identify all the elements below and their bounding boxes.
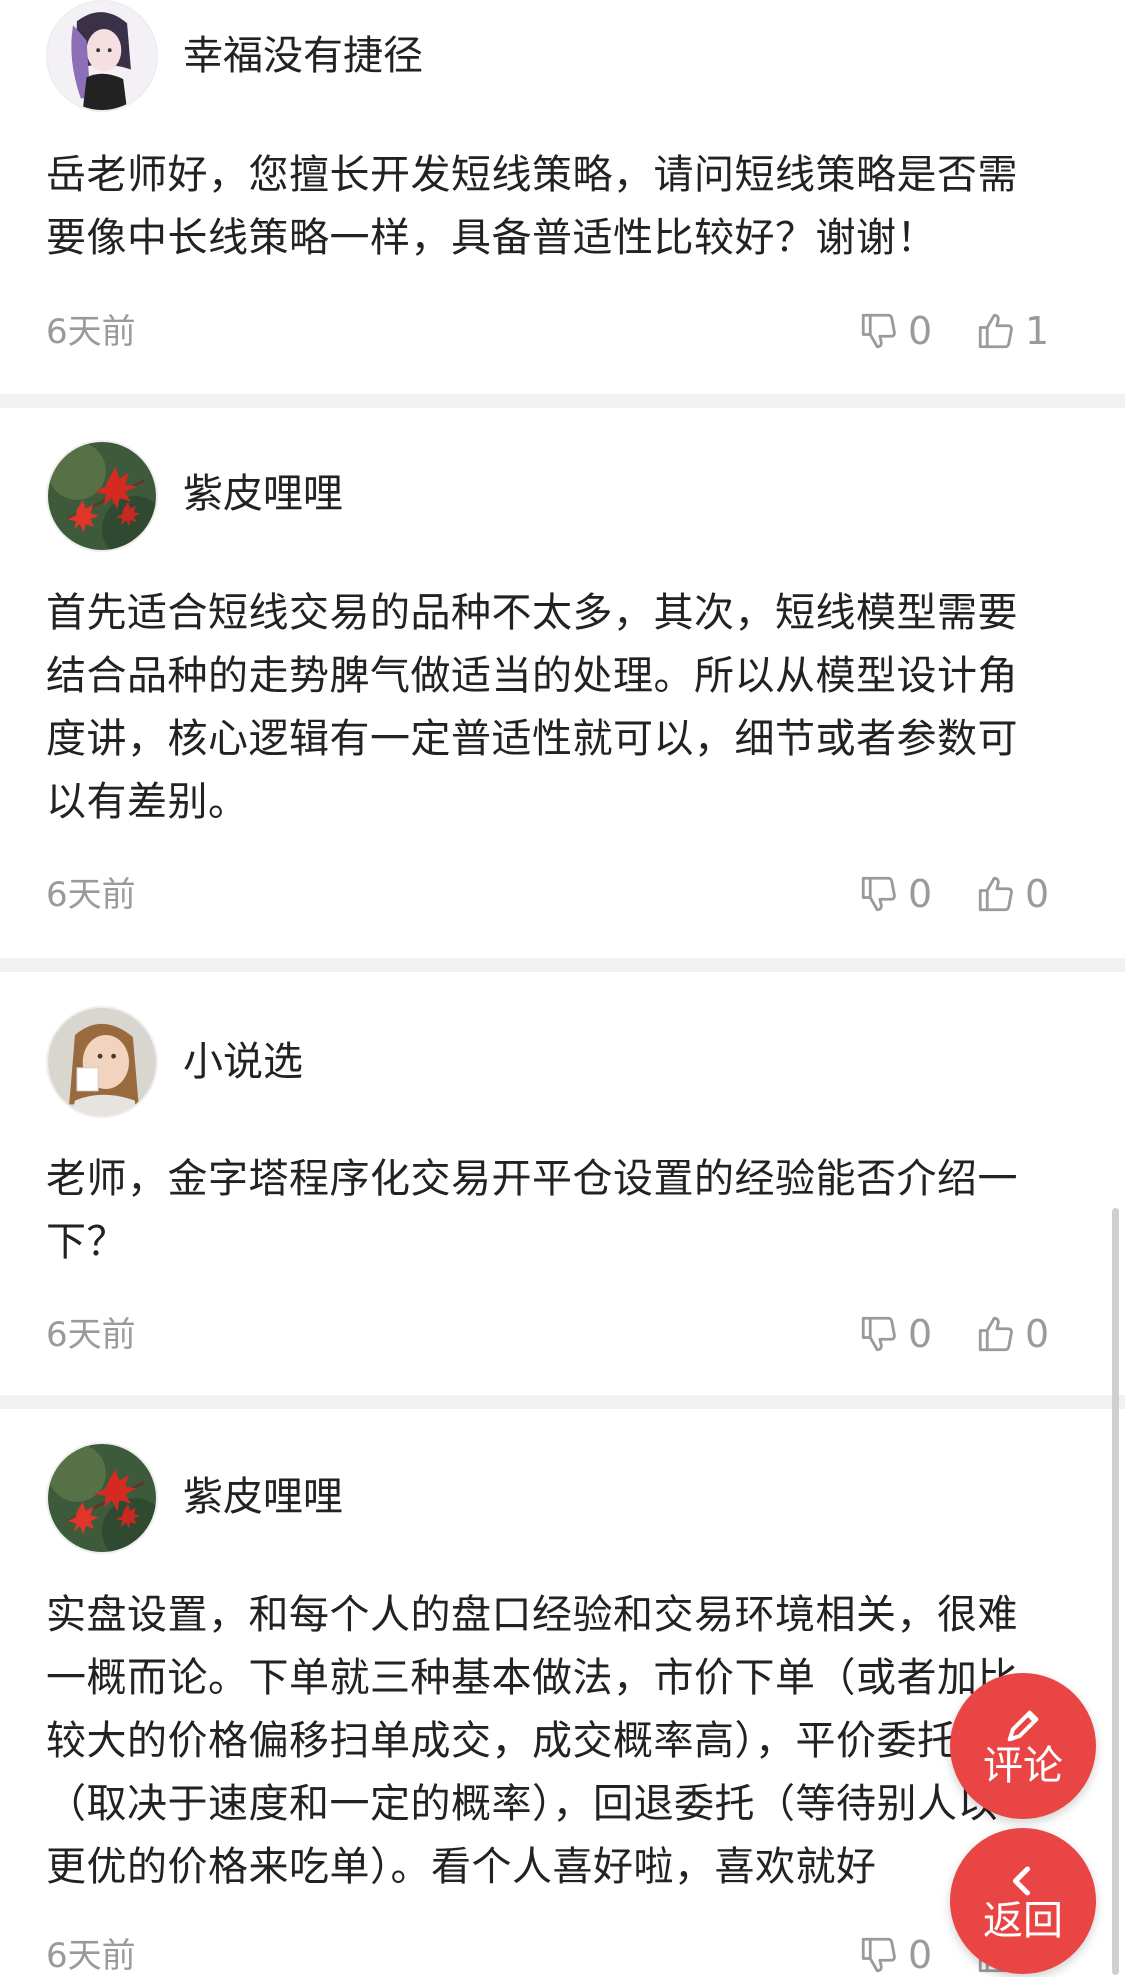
comment-text: 实盘设置，和每个人的盘口经验和交易环境相关，很难 一概而论。下单就三种基本做法，… [46,1584,1066,1899]
chevron-left-icon [1012,1866,1031,1896]
avatar-child-drinking-icon [48,1008,156,1116]
comment-text: 首先适合短线交易的品种不太多，其次，短线模型需要 结合品种的走势脾气做适当的处理… [46,582,1066,834]
avatar[interactable] [46,0,158,112]
comment-line: 实盘设置，和每个人的盘口经验和交易环境相关，很难 [46,1592,1018,1638]
thumbs-down-icon [861,876,896,912]
username[interactable]: 紫皮哩哩 [183,474,343,514]
thumbs-up-icon [978,313,1013,349]
thumbs-down-icon [861,1316,896,1352]
avatar[interactable] [46,440,158,552]
comment-fab-label: 评论 [983,1743,1063,1789]
like-button[interactable]: 0 [975,873,1049,915]
comment-line: 要像中长线策略一样，具备普适性比较好？谢谢！ [46,215,937,261]
timestamp: 6天前 [46,312,136,352]
dislike-button[interactable]: 0 [858,310,932,352]
like-count: 0 [1025,872,1050,916]
comment-card: 幸福没有捷径 岳老师好，您擅长开发短线策略，请问短线策略是否需 要像中长线策略一… [0,0,1125,394]
timestamp: 6天前 [46,1315,136,1355]
like-count: 1 [1025,309,1050,353]
thumbs-up-icon [978,876,1013,912]
comment-line: 以有差别。 [46,779,249,825]
comment-line: 更优的价格来吃单）。看个人喜好啦，喜欢就好 [46,1844,877,1890]
scrollbar[interactable] [1112,1208,1119,1975]
timestamp: 6天前 [46,1936,136,1976]
thumbs-down-icon [861,313,896,349]
comment-line: 度讲，核心逻辑有一定普适性就可以，细节或者参数可 [46,716,1018,762]
like-button[interactable]: 0 [975,1313,1049,1355]
back-fab-label: 返回 [983,1898,1063,1944]
comment-line: （取决于速度和一定的概率），回退委托（等待别人以 [46,1781,998,1827]
dislike-button[interactable]: 0 [858,873,932,915]
dislike-button[interactable]: 0 [858,1934,932,1976]
comment-fab-button[interactable]: 评论 [950,1673,1096,1819]
comment-card: 紫皮哩哩 首先适合短线交易的品种不太多，其次，短线模型需要 结合品种的走势脾气做… [0,408,1125,958]
username[interactable]: 紫皮哩哩 [183,1477,343,1517]
back-fab-button[interactable]: 返回 [950,1828,1096,1974]
comment-text: 岳老师好，您擅长开发短线策略，请问短线策略是否需 要像中长线策略一样，具备普适性… [46,144,1066,270]
avatar-red-maple-icon [48,1444,156,1552]
comment-line: 一概而论。下单就三种基本做法，市价下单（或者加比 [46,1655,1018,1701]
pencil-icon [1007,1710,1039,1742]
comment-line: 下？ [46,1219,127,1265]
avatar[interactable] [46,1006,158,1118]
avatar-anime-girl-icon [48,2,156,110]
username[interactable]: 幸福没有捷径 [183,36,423,76]
thumbs-down-icon [861,1937,896,1973]
comment-separator [0,394,1125,408]
dislike-button[interactable]: 0 [858,1313,932,1355]
comment-card: 小说选 老师，金字塔程序化交易开平仓设置的经验能否介绍一 下？ 6天前 0 0 [0,972,1125,1395]
username[interactable]: 小说选 [183,1042,303,1082]
dislike-count: 0 [908,872,933,916]
comment-separator [0,1395,1125,1409]
comment-text: 老师，金字塔程序化交易开平仓设置的经验能否介绍一 下？ [46,1148,1066,1274]
avatar[interactable] [46,1442,158,1554]
comment-separator [0,958,1125,972]
thumbs-up-icon [978,1316,1013,1352]
like-count: 0 [1025,1312,1050,1356]
comment-line: 岳老师好，您擅长开发短线策略，请问短线策略是否需 [46,152,1018,198]
comment-line: 较大的价格偏移扫单成交，成交概率高），平价委托 [46,1718,958,1764]
dislike-count: 0 [908,1312,933,1356]
comment-line: 老师，金字塔程序化交易开平仓设置的经验能否介绍一 [46,1156,1018,1202]
like-button[interactable]: 1 [975,310,1049,352]
dislike-count: 0 [908,309,933,353]
timestamp: 6天前 [46,875,136,915]
dislike-count: 0 [908,1933,933,1977]
comment-line: 结合品种的走势脾气做适当的处理。所以从模型设计角 [46,653,1018,699]
comment-line: 首先适合短线交易的品种不太多，其次，短线模型需要 [46,590,1018,636]
avatar-red-maple-icon [48,442,156,550]
